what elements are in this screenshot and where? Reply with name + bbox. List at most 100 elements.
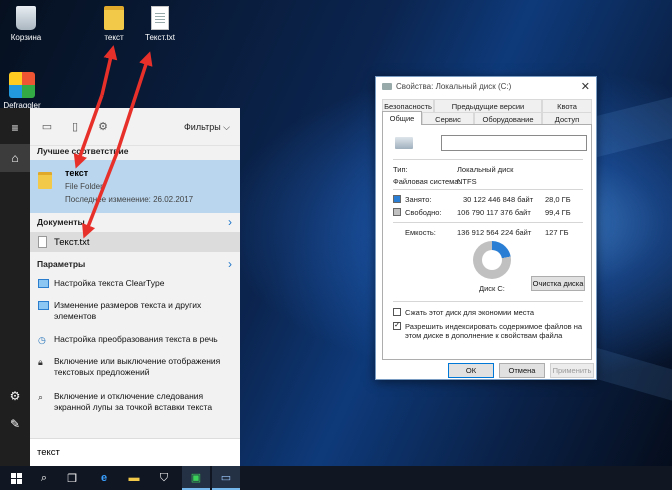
chevron-right-icon: › xyxy=(228,257,232,271)
drive-icon xyxy=(395,137,413,149)
compress-checkbox[interactable] xyxy=(393,308,401,316)
section-title: Параметры xyxy=(37,259,86,269)
divider xyxy=(393,301,583,302)
compress-label: Сжать этот диск для экономии места xyxy=(405,308,535,317)
section-title: Лучшее соответствие xyxy=(37,146,129,156)
used-gb: 28,0 ГБ xyxy=(545,195,571,204)
divider xyxy=(393,189,583,190)
disk-usage-donut xyxy=(473,241,511,279)
narrator-icon: ◷ xyxy=(38,335,46,345)
settings-result-label: Настройка текста ClearType xyxy=(54,278,165,288)
used-bytes: 30 122 446 848 байт xyxy=(463,195,534,204)
tab-previous-versions[interactable]: Предыдущие версии xyxy=(434,99,542,112)
filters-bar: ▭ ▯ ⚙ Фильтры ⌵ xyxy=(30,108,240,146)
start-button[interactable] xyxy=(2,466,30,490)
documents-header[interactable]: Документы › xyxy=(30,213,240,231)
store-icon[interactable]: ⛉ xyxy=(150,466,178,490)
settings-result-label: Изменение размеров текста и других элеме… xyxy=(54,300,202,321)
desktop-icon-defraggler[interactable]: Defraggler xyxy=(0,72,48,110)
settings-header[interactable]: Параметры › xyxy=(30,255,240,273)
capacity-gb: 127 ГБ xyxy=(545,228,569,237)
windows-logo-icon xyxy=(10,472,22,484)
section-title: Документы xyxy=(37,217,85,227)
drive-icon xyxy=(382,83,392,90)
settings-result-label: Включение или выключение отображения тек… xyxy=(54,356,221,377)
desktop-icon-recycle-bin[interactable]: Корзина xyxy=(0,6,52,42)
index-checkbox[interactable]: ✓ xyxy=(393,322,401,330)
lock-icon: 🔒︎ xyxy=(38,357,43,367)
settings-icon[interactable]: ⚙ xyxy=(0,382,30,410)
drive-properties-taskbar-icon[interactable]: ▭ xyxy=(212,466,240,490)
search-box[interactable]: текст xyxy=(30,438,240,466)
free-bytes: 106 790 117 376 байт xyxy=(457,208,531,217)
document-result[interactable]: Текст.txt xyxy=(30,232,240,252)
filters-dropdown[interactable]: Фильтры ⌵ xyxy=(184,122,230,133)
desktop-icon-label: Корзина xyxy=(10,33,42,42)
properties-dialog: Свойства: Локальный диск (C:) ✕ Безопасн… xyxy=(375,76,597,380)
desktop-icon-label: Текст.txt xyxy=(145,33,175,42)
chevron-right-icon: › xyxy=(228,215,232,229)
text-file-icon xyxy=(38,236,47,248)
feedback-icon[interactable]: ✎ xyxy=(0,410,30,438)
search-icon[interactable]: ⌕ xyxy=(30,466,58,490)
tab-quota[interactable]: Квота xyxy=(542,99,592,112)
type-value: Локальный диск xyxy=(457,165,514,174)
disk-label: Диск C: xyxy=(479,284,505,293)
tab-general[interactable]: Общие xyxy=(382,111,422,125)
volume-name-input[interactable] xyxy=(441,135,587,151)
task-view-icon[interactable]: ❐ xyxy=(58,466,86,490)
settings-result-label: Включение и отключение следования экранн… xyxy=(54,391,213,412)
edge-icon[interactable]: e xyxy=(90,466,118,490)
folder-icon xyxy=(104,6,124,30)
home-icon[interactable]: ⌂ xyxy=(0,144,30,172)
monitor-icon xyxy=(38,279,49,288)
close-icon[interactable]: ✕ xyxy=(581,77,590,97)
search-query: текст xyxy=(37,447,60,458)
used-color-swatch xyxy=(393,195,401,203)
disk-cleanup-button[interactable]: Очистка диска xyxy=(531,276,585,291)
file-explorer-icon[interactable]: ▬ xyxy=(120,466,148,490)
dialog-titlebar[interactable]: Свойства: Локальный диск (C:) ✕ xyxy=(376,77,596,97)
desktop-icon-folder[interactable]: текст xyxy=(88,6,140,42)
filesystem-label: Файловая система: xyxy=(393,177,461,186)
result-modified: Последнее изменение: 26.02.2017 xyxy=(65,195,194,204)
general-panel: Тип: Локальный диск Файловая система: NT… xyxy=(382,124,592,360)
free-gb: 99,4 ГБ xyxy=(545,208,571,217)
best-match-result[interactable]: текст File Folder Последнее изменение: 2… xyxy=(30,160,240,213)
filesystem-value: NTFS xyxy=(457,177,477,186)
desktop-icon-label: текст xyxy=(104,33,124,42)
filters-label: Фильтры xyxy=(183,122,221,132)
defraggler-icon xyxy=(9,72,35,98)
folder-icon xyxy=(38,172,52,189)
result-type: File Folder xyxy=(65,182,103,191)
desktop-icon-text-file[interactable]: Текст.txt xyxy=(134,6,186,42)
hamburger-menu-icon[interactable]: ≡ xyxy=(0,114,30,142)
type-label: Тип: xyxy=(393,165,408,174)
used-label: Занято: xyxy=(405,195,432,204)
magnifier-icon: ⌕ xyxy=(38,392,44,402)
taskbar: ⌕ ❐ e ▬ ⛉ ▣ ▭ xyxy=(0,466,672,490)
index-label: Разрешить индексировать содержимое файло… xyxy=(405,322,583,340)
defraggler-taskbar-icon[interactable]: ▣ xyxy=(182,466,210,490)
result-name: текст xyxy=(65,168,89,178)
apply-button[interactable]: Применить xyxy=(550,363,594,378)
capacity-bytes: 136 912 564 224 байт xyxy=(457,228,532,237)
document-name: Текст.txt xyxy=(54,237,90,248)
documents-filter-icon[interactable]: ▯ xyxy=(68,120,82,134)
free-label: Свободно: xyxy=(405,208,442,217)
capacity-label: Емкость: xyxy=(405,228,436,237)
ok-button[interactable]: ОК xyxy=(448,363,494,378)
text-file-icon xyxy=(151,6,169,30)
divider xyxy=(393,159,583,160)
search-results-panel: ▭ ▯ ⚙ Фильтры ⌵ Лучшее соответствие текс… xyxy=(30,108,240,466)
start-menu-rail: ≡ ⌂ ⚙ ✎ xyxy=(0,108,30,466)
apps-filter-icon[interactable]: ▭ xyxy=(40,120,54,134)
monitor-icon xyxy=(38,301,49,310)
best-match-header: Лучшее соответствие xyxy=(30,142,240,160)
divider xyxy=(393,222,583,223)
free-color-swatch xyxy=(393,208,401,216)
cancel-button[interactable]: Отмена xyxy=(499,363,545,378)
recycle-bin-icon xyxy=(16,6,36,30)
settings-result-label: Настройка преобразования текста в речь xyxy=(54,334,218,344)
settings-filter-icon[interactable]: ⚙ xyxy=(96,120,110,134)
